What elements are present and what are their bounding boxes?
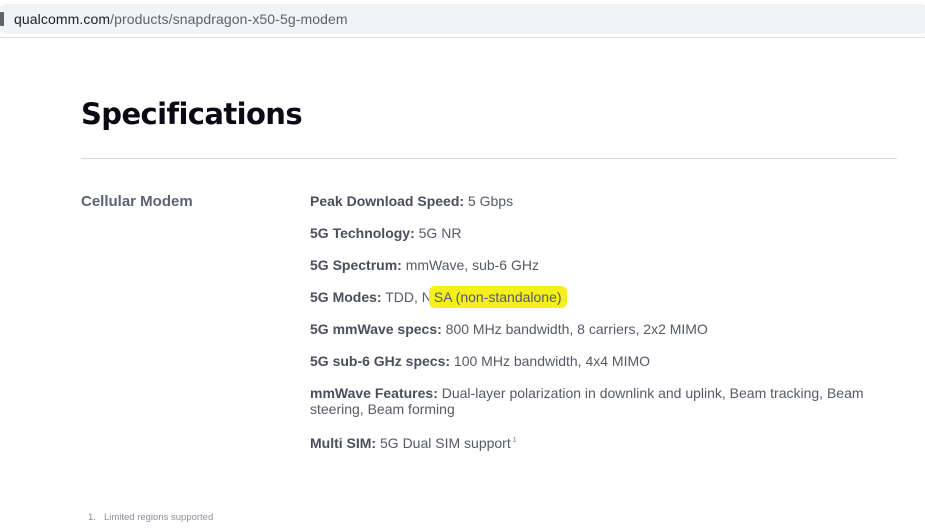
spec-multi-sim: Multi SIM: 5G Dual SIM support 1 — [310, 433, 890, 451]
section-divider — [81, 158, 897, 159]
page-title: Specifications — [81, 97, 303, 131]
spec-value: 100 MHz bandwidth, 4x4 MIMO — [450, 353, 651, 369]
spec-value: 800 MHz bandwidth, 8 carriers, 2x2 MIMO — [441, 321, 708, 337]
spec-5g-mmwave-specs: 5G mmWave specs: 800 MHz bandwidth, 8 ca… — [310, 321, 890, 337]
spec-value: 5G Dual SIM support — [376, 435, 511, 451]
spec-5g-technology: 5G Technology: 5G NR — [310, 225, 890, 241]
spec-5g-spectrum: 5G Spectrum: mmWave, sub-6 GHz — [310, 257, 890, 273]
spec-label: Peak Download Speed: — [310, 193, 465, 209]
spec-value: TDD, N — [381, 289, 432, 305]
url-text[interactable]: qualcomm.com/products/snapdragon-x50-5g-… — [14, 11, 348, 27]
url-domain: qualcomm.com — [14, 11, 111, 27]
lock-icon[interactable] — [0, 12, 4, 26]
spec-value: 5 Gbps — [464, 193, 514, 209]
spec-mmwave-features: mmWave Features: Dual-layer polarization… — [310, 385, 890, 417]
spec-label: 5G Technology: — [310, 225, 415, 241]
footnote: 1. Limited regions supported — [88, 512, 213, 523]
footnote-text: Limited regions supported — [103, 512, 214, 523]
section-label-cellular-modem: Cellular Modem — [81, 193, 193, 210]
spec-label: 5G Spectrum: — [310, 257, 402, 273]
highlighted-text: SA (non-standalone) — [431, 289, 564, 305]
spec-5g-modes: 5G Modes: TDD, N SA (non-standalone) — [310, 289, 890, 305]
spec-value: 5G NR — [414, 225, 462, 241]
footnote-marker[interactable]: 1 — [513, 437, 517, 444]
spec-label: 5G mmWave specs: — [310, 321, 442, 337]
browser-address-bar: qualcomm.com/products/snapdragon-x50-5g-… — [0, 0, 925, 38]
spec-label: Multi SIM: — [310, 435, 377, 451]
spec-label: 5G sub-6 GHz specs: — [310, 353, 451, 369]
spec-label: 5G Modes: — [310, 289, 382, 305]
url-path: /products/snapdragon-x50-5g-modem — [110, 11, 348, 27]
spec-label: mmWave Features: — [310, 385, 438, 401]
spec-value: mmWave, sub-6 GHz — [401, 257, 539, 273]
footnote-number: 1. — [88, 512, 96, 523]
spec-list: Peak Download Speed: 5 Gbps 5G Technolog… — [310, 193, 890, 467]
spec-5g-sub6-specs: 5G sub-6 GHz specs: 100 MHz bandwidth, 4… — [310, 353, 890, 369]
spec-peak-download-speed: Peak Download Speed: 5 Gbps — [310, 193, 890, 209]
